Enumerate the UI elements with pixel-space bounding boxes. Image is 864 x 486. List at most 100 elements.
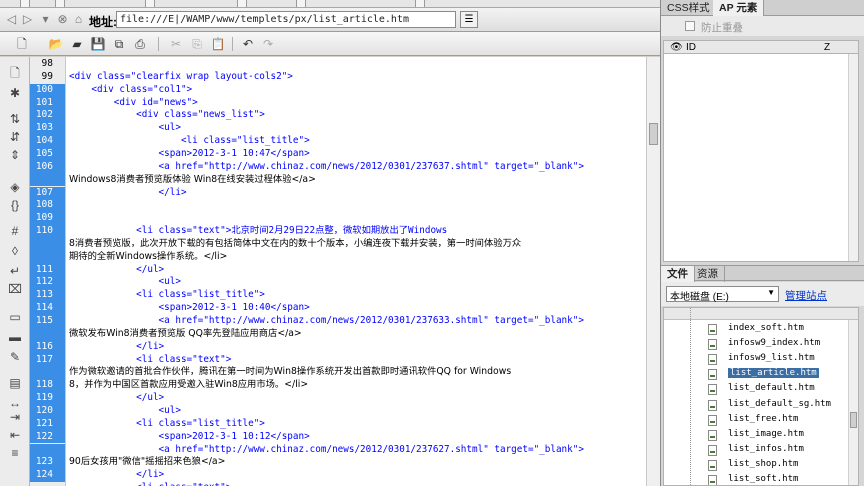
- prevent-overlap-checkbox[interactable]: [685, 21, 695, 31]
- line-number[interactable]: [30, 173, 65, 187]
- code-line[interactable]: 作为微软邀请的首批合作伙伴，腾讯在第一时间为Win8操作系统开发出首款即时通讯软…: [69, 366, 511, 379]
- code-line[interactable]: <div class="col1">: [69, 84, 192, 97]
- collapse-selection-icon[interactable]: ⇵: [7, 129, 23, 145]
- code-line[interactable]: </li>: [69, 469, 164, 482]
- line-number[interactable]: 112: [30, 276, 65, 290]
- home-icon[interactable]: ⌂: [71, 12, 86, 27]
- line-number[interactable]: 119: [30, 392, 65, 405]
- apply-comment-icon[interactable]: ▭: [7, 309, 23, 325]
- code-line[interactable]: <ul>: [69, 122, 181, 135]
- save-icon[interactable]: 💾: [90, 36, 106, 52]
- line-number[interactable]: 100: [30, 83, 65, 97]
- code-line[interactable]: 期待的全新Windows操作系统。</li>: [69, 251, 227, 264]
- code-line[interactable]: Windows8消费者预览版体验 Win8在线安装过程体验</a>: [69, 174, 316, 187]
- top-tab[interactable]: [55, 0, 65, 7]
- ap-column-z[interactable]: Z: [824, 42, 830, 53]
- put-file-icon[interactable]: ▰: [69, 36, 85, 52]
- code-line[interactable]: <span>2012-3-1 10:12</span>: [69, 431, 310, 444]
- code-line[interactable]: <a href="http://www.chinaz.com/news/2012…: [69, 444, 584, 457]
- line-number[interactable]: 109: [30, 212, 65, 226]
- line-number[interactable]: 117: [30, 353, 65, 367]
- ap-list[interactable]: [663, 54, 859, 262]
- back-icon[interactable]: ◁: [4, 12, 19, 27]
- line-number[interactable]: 105: [30, 147, 65, 161]
- indent-code-icon[interactable]: ⇥: [7, 409, 23, 425]
- code-line[interactable]: <a href="http://www.chinaz.com/news/2012…: [69, 315, 584, 328]
- line-number[interactable]: 107: [30, 186, 65, 200]
- word-wrap-icon[interactable]: ↵: [7, 263, 23, 279]
- file-item[interactable]: list_default.htm: [664, 382, 848, 397]
- files-tree[interactable]: index_soft.htm infosw9_index.htm infosw9_l…: [663, 307, 859, 486]
- paste-icon[interactable]: 📋: [210, 36, 226, 52]
- save-all-icon[interactable]: ⧉: [111, 36, 127, 52]
- line-number[interactable]: [30, 237, 65, 251]
- open-documents-icon[interactable]: 🗋: [7, 65, 23, 81]
- remove-comment-icon[interactable]: ▬: [7, 329, 23, 345]
- eye-column-icon[interactable]: 👁: [670, 42, 683, 53]
- tab-files[interactable]: 文件: [661, 266, 695, 282]
- redo-icon[interactable]: ↷: [260, 36, 276, 52]
- line-number[interactable]: [30, 366, 65, 380]
- file-item[interactable]: list_default_sg.htm: [664, 398, 848, 413]
- code-line[interactable]: <ul>: [69, 276, 181, 289]
- stop-icon[interactable]: ⊗: [55, 12, 70, 27]
- editor-scrollbar[interactable]: [646, 57, 660, 486]
- code-editor[interactable]: <div class="clearfix wrap layout-cols2">…: [66, 57, 646, 486]
- top-tab[interactable]: [415, 0, 425, 7]
- address-input[interactable]: file:///E|/WAMP/www/templets/px/list_art…: [116, 11, 456, 28]
- line-numbers-icon[interactable]: #: [7, 223, 23, 239]
- line-number[interactable]: 98: [30, 58, 65, 71]
- line-number[interactable]: 103: [30, 122, 65, 136]
- ap-column-id[interactable]: ID: [686, 42, 696, 53]
- code-line[interactable]: <li class="list_title">: [69, 289, 265, 302]
- line-number[interactable]: 99: [30, 71, 65, 84]
- tab-assets[interactable]: 资源: [691, 266, 725, 282]
- line-number[interactable]: 106: [30, 160, 65, 174]
- code-line[interactable]: <li class="list_title">: [69, 135, 310, 148]
- ap-list-scrollbar[interactable]: [848, 54, 858, 261]
- copy-icon[interactable]: ⎘: [189, 36, 205, 52]
- file-item[interactable]: index_soft.htm: [664, 322, 848, 337]
- line-number[interactable]: [30, 443, 65, 457]
- print-icon[interactable]: ⎙: [132, 36, 148, 52]
- file-item[interactable]: infosw9_index.htm: [664, 337, 848, 352]
- open-folder-icon[interactable]: 📂: [48, 36, 64, 52]
- file-item[interactable]: list_free.htm: [664, 413, 848, 428]
- wrap-tag-icon[interactable]: ✎: [7, 349, 23, 365]
- editor-scroll-thumb[interactable]: [649, 123, 658, 145]
- file-item[interactable]: list_infos.htm: [664, 443, 848, 458]
- code-line[interactable]: </ul>: [69, 264, 164, 277]
- line-number[interactable]: 116: [30, 340, 65, 354]
- line-number[interactable]: 118: [30, 379, 65, 393]
- line-number[interactable]: 122: [30, 430, 65, 444]
- tab-css-styles[interactable]: CSS样式: [661, 0, 717, 16]
- file-item[interactable]: infosw9_list.htm: [664, 352, 848, 367]
- new-document-icon[interactable]: 🗋: [14, 36, 30, 52]
- code-line[interactable]: <li class="text">: [69, 482, 231, 486]
- code-line[interactable]: </ul>: [69, 392, 164, 405]
- site-select[interactable]: 本地磁盘 (E:) ▼: [666, 286, 779, 303]
- top-tab[interactable]: [145, 0, 155, 7]
- code-line[interactable]: <div class="clearfix wrap layout-cols2">: [69, 71, 293, 84]
- cut-icon[interactable]: ✂: [168, 36, 184, 52]
- balance-braces-icon[interactable]: {}: [7, 197, 23, 213]
- line-number[interactable]: 124: [30, 469, 65, 483]
- code-line[interactable]: <li class="list_title">: [69, 418, 265, 431]
- file-item[interactable]: list_shop.htm: [664, 458, 848, 473]
- file-item[interactable]: list_article.htm: [664, 367, 848, 382]
- dropdown-icon[interactable]: ▾: [38, 12, 53, 27]
- line-number[interactable]: [30, 327, 65, 341]
- code-line[interactable]: 8消费者预览版，此次开放下载的有包括简体中文在内的数十个版本，小编连夜下载并安装…: [69, 238, 521, 251]
- file-item[interactable]: list_soft.htm: [664, 473, 848, 485]
- code-line[interactable]: <span>2012-3-1 10:40</span>: [69, 302, 310, 315]
- code-line[interactable]: </li>: [69, 341, 164, 354]
- collapse-tag-icon[interactable]: ⇅: [7, 111, 23, 127]
- code-line[interactable]: <li class="text">北京时间2月29日22点整，微软如期放出了Wi…: [69, 225, 447, 238]
- line-number[interactable]: 104: [30, 135, 65, 148]
- line-number[interactable]: 102: [30, 109, 65, 123]
- code-line[interactable]: </li>: [69, 187, 187, 200]
- syntax-error-icon[interactable]: ⌧: [7, 281, 23, 297]
- code-line[interactable]: 微软发布Win8消费者预览版 QQ率先登陆应用商店</a>: [69, 328, 302, 341]
- top-tab[interactable]: [20, 0, 30, 7]
- manage-sites-link[interactable]: 管理站点: [785, 288, 827, 303]
